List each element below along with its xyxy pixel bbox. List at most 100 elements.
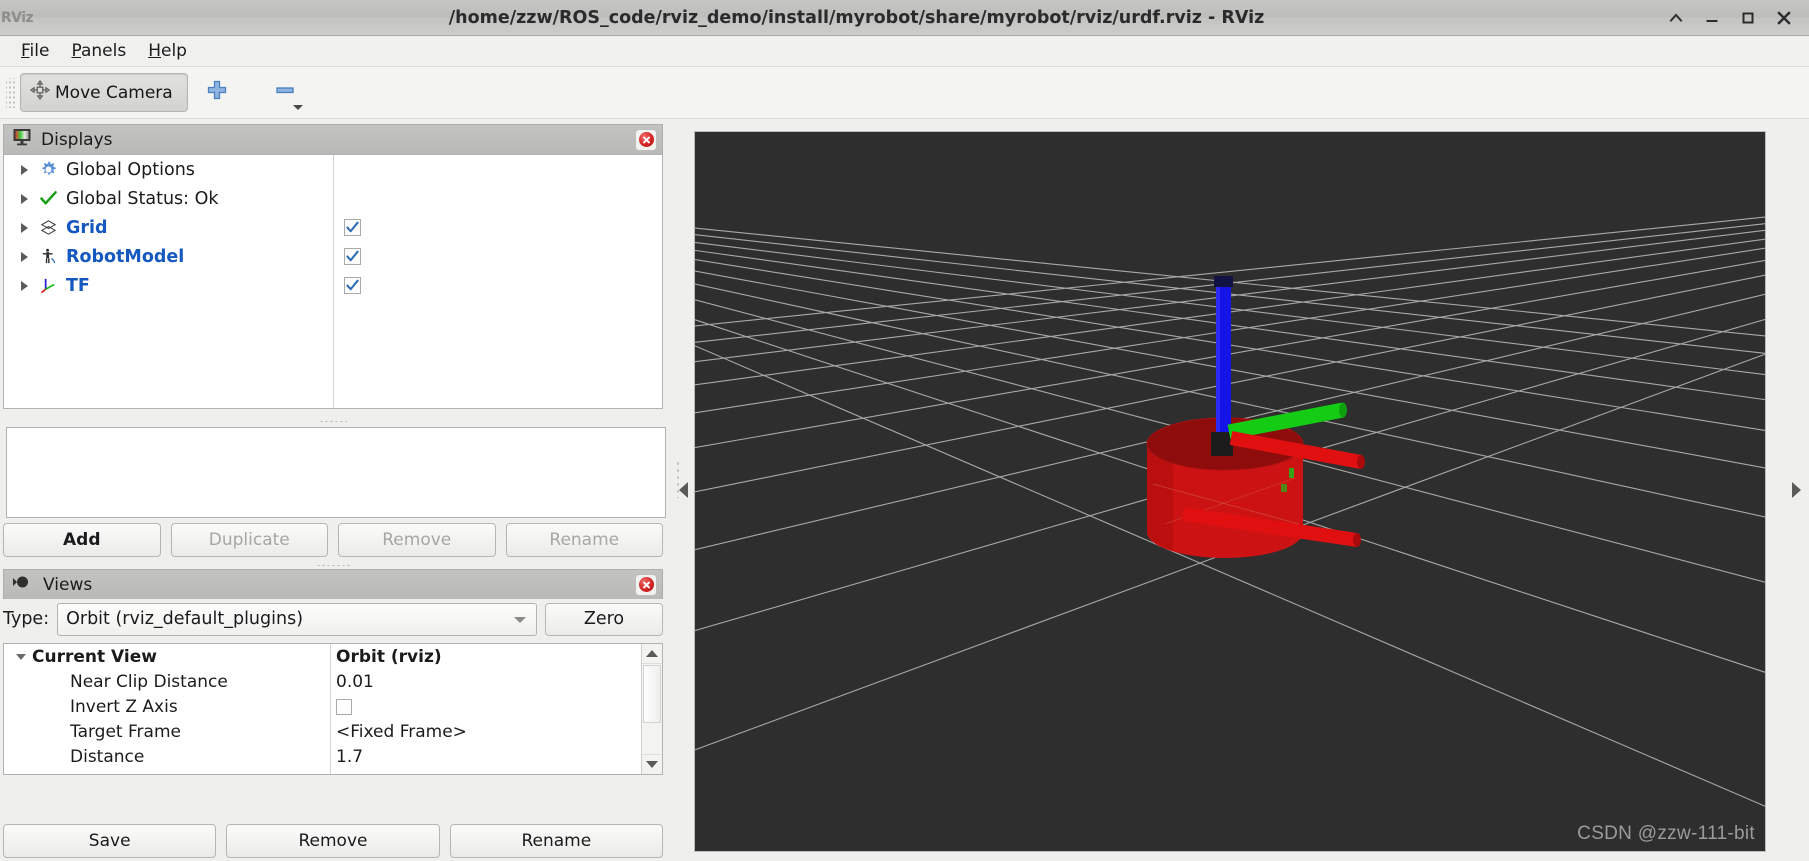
tf-axes-icon xyxy=(34,276,62,295)
view-prop-value[interactable]: 0.05 xyxy=(336,772,374,775)
displays-tree[interactable]: Global Options Global Status: Ok Grid Ro… xyxy=(3,154,663,409)
close-window-icon[interactable] xyxy=(1775,9,1793,27)
chevron-down-icon xyxy=(514,617,526,623)
display-description-box xyxy=(6,427,666,518)
menu-help-rest: elp xyxy=(160,41,187,61)
displays-panel-title: Displays xyxy=(41,129,113,150)
views-type-row: Type: Orbit (rviz_default_plugins) Zero xyxy=(3,601,663,637)
view-prop-name: Invert Z Axis xyxy=(70,696,178,717)
left-dock-area: Displays Global Options Global Status: O… xyxy=(0,119,672,861)
display-monitor-icon xyxy=(12,127,32,152)
minus-icon xyxy=(273,78,297,107)
displays-button-row: Add Duplicate Remove Rename xyxy=(3,523,663,557)
robot-icon xyxy=(34,247,62,266)
scroll-down-arrow-icon[interactable] xyxy=(642,754,662,774)
app-icon: RViz xyxy=(0,9,34,26)
gear-icon xyxy=(34,160,62,179)
close-views-panel-icon[interactable] xyxy=(635,573,657,596)
view-prop-name: Current View xyxy=(32,646,157,667)
expander-icon[interactable] xyxy=(14,193,34,204)
remove-tool-button[interactable] xyxy=(264,73,306,112)
display-item-global-status[interactable]: Global Status: Ok xyxy=(4,184,662,213)
rviz-window: RViz /home/zzw/ROS_code/rviz_demo/instal… xyxy=(0,0,1809,861)
views-panel-title: Views xyxy=(43,574,93,595)
collapse-left-dock-button[interactable] xyxy=(672,119,694,861)
expander-icon[interactable] xyxy=(14,164,34,175)
expander-icon[interactable] xyxy=(14,251,34,262)
render-viewport[interactable]: CSDN @zzw-111-bit xyxy=(694,131,1766,852)
displays-splitter-handle[interactable] xyxy=(3,417,663,426)
menu-file-rest: ile xyxy=(29,41,50,61)
close-displays-panel-icon[interactable] xyxy=(635,128,657,151)
invert-z-axis-checkbox[interactable] xyxy=(336,698,352,715)
scroll-up-arrow-icon[interactable] xyxy=(642,644,662,664)
view-type-dropdown[interactable]: Orbit (rviz_default_plugins) xyxy=(57,602,537,636)
view-prop-invert-z-axis[interactable]: Invert Z Axis xyxy=(4,694,662,719)
display-enable-checkbox[interactable] xyxy=(344,277,361,294)
grid-icon xyxy=(34,218,62,237)
add-display-button[interactable]: Add xyxy=(3,523,161,557)
view-prop-value[interactable]: 1.7 xyxy=(336,747,363,767)
tool-bar: Move Camera xyxy=(0,67,1809,119)
menu-file[interactable]: File xyxy=(10,39,60,63)
view-prop-name: Near Clip Distance xyxy=(70,671,228,692)
window-title: /home/zzw/ROS_code/rviz_demo/install/myr… xyxy=(448,7,1265,28)
display-item-tf[interactable]: TF xyxy=(4,271,662,300)
toolbar-drag-grip[interactable] xyxy=(6,77,16,108)
dock-drag-grip[interactable] xyxy=(676,460,680,498)
display-item-robotmodel[interactable]: RobotModel xyxy=(4,242,662,271)
menu-help[interactable]: Help xyxy=(137,39,198,63)
menu-panels-rest: anels xyxy=(80,41,127,61)
remove-display-button[interactable]: Remove xyxy=(338,523,496,557)
check-mark-icon xyxy=(34,189,62,208)
expander-icon[interactable] xyxy=(14,222,34,233)
view-prop-target-frame[interactable]: Target Frame <Fixed Frame> xyxy=(4,719,662,744)
expander-icon[interactable] xyxy=(14,280,34,291)
maximize-window-icon[interactable] xyxy=(1739,9,1757,27)
window-controls xyxy=(1667,0,1801,36)
scrollbar-thumb[interactable] xyxy=(643,665,661,723)
arrow-right-icon xyxy=(1791,482,1801,498)
display-label: Global Options xyxy=(66,159,195,180)
rename-display-button[interactable]: Rename xyxy=(505,523,663,557)
display-label: RobotModel xyxy=(66,246,185,267)
display-enable-checkbox[interactable] xyxy=(344,219,361,236)
view-prop-near-clip-distance[interactable]: Near Clip Distance 0.01 xyxy=(4,669,662,694)
display-enable-checkbox[interactable] xyxy=(344,248,361,265)
views-panel: Views Type: Orbit (rviz_default_plugins)… xyxy=(3,569,663,815)
expand-right-dock-button[interactable] xyxy=(1783,119,1809,861)
zero-view-button[interactable]: Zero xyxy=(545,602,663,636)
menu-panels[interactable]: Panels xyxy=(60,39,137,63)
view-prop-name: Target Frame xyxy=(70,721,181,742)
views-scrollbar[interactable] xyxy=(641,644,662,774)
plus-icon xyxy=(205,78,229,107)
display-item-global-options[interactable]: Global Options xyxy=(4,155,662,184)
views-property-tree[interactable]: Current View Orbit (rviz) Near Clip Dist… xyxy=(3,643,663,775)
shade-window-icon[interactable] xyxy=(1667,9,1685,27)
save-view-button[interactable]: Save xyxy=(3,824,217,858)
3d-scene[interactable]: CSDN @zzw-111-bit xyxy=(695,132,1765,851)
view-prop-focal-shape-size[interactable]: Focal Shape Size 0.05 xyxy=(4,769,662,775)
display-item-grid[interactable]: Grid xyxy=(4,213,662,242)
rename-view-button[interactable]: Rename xyxy=(449,824,663,858)
view-prop-current-view[interactable]: Current View Orbit (rviz) xyxy=(4,644,662,669)
duplicate-display-button[interactable]: Duplicate xyxy=(170,523,328,557)
title-bar: RViz /home/zzw/ROS_code/rviz_demo/instal… xyxy=(0,0,1809,36)
display-label: TF xyxy=(66,275,90,296)
minimize-window-icon[interactable] xyxy=(1703,9,1721,27)
chevron-down-icon[interactable] xyxy=(292,105,303,110)
displays-panel: Displays Global Options Global Status: O… xyxy=(3,124,666,518)
add-tool-button[interactable] xyxy=(196,73,238,112)
collapse-icon[interactable] xyxy=(16,653,26,660)
view-prop-distance[interactable]: Distance 1.7 xyxy=(4,744,662,769)
camera-icon xyxy=(12,574,34,595)
remove-view-button[interactable]: Remove xyxy=(226,824,440,858)
move-camera-button[interactable]: Move Camera xyxy=(20,73,188,112)
view-type-value: Orbit (rviz_default_plugins) xyxy=(66,609,304,629)
view-prop-value[interactable]: 0.01 xyxy=(336,672,374,692)
view-prop-name: Focal Shape Size xyxy=(70,772,213,775)
displays-panel-title-bar: Displays xyxy=(3,124,663,154)
view-prop-value[interactable]: <Fixed Frame> xyxy=(336,722,467,742)
display-label: Global Status: Ok xyxy=(66,188,219,209)
view-prop-name: Distance xyxy=(70,746,145,767)
